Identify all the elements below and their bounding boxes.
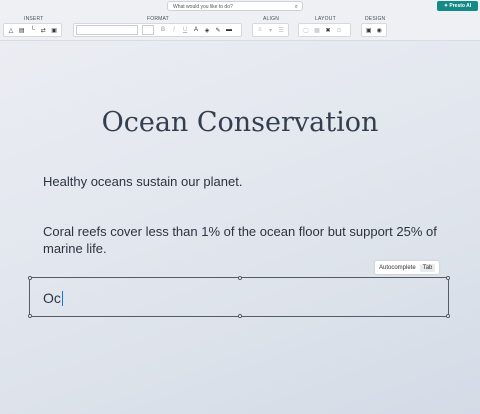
layout-group: ▢ ▦ ✖ ⊙ xyxy=(298,23,351,37)
presto-ai-label: Presto AI xyxy=(449,3,472,9)
text-box-content[interactable]: Oc xyxy=(43,290,63,306)
resize-handle-bottom-left[interactable] xyxy=(28,314,32,318)
edit-icon[interactable]: ✎ xyxy=(213,25,223,35)
arrange-icon[interactable]: ▢ xyxy=(301,25,311,35)
group-icon[interactable]: ▦ xyxy=(312,25,322,35)
format-group-label: FORMAT xyxy=(147,16,169,22)
sparkle-icon: ✦ xyxy=(443,3,449,9)
autocomplete-label: Autocomplete xyxy=(379,264,416,271)
preview-icon[interactable]: ◉ xyxy=(375,25,385,35)
lock-icon[interactable]: ⊙ xyxy=(334,25,344,35)
slide-title[interactable]: Ocean Conservation xyxy=(0,107,480,138)
search-placeholder: What would you like to do? xyxy=(173,4,233,10)
active-text-box[interactable]: Oc xyxy=(28,276,450,318)
line-spacing-icon[interactable]: ☰ xyxy=(276,25,286,35)
insert-group: △ ▤ └ ⇄ ▣ xyxy=(3,23,62,37)
border-icon[interactable]: ▬ xyxy=(224,25,234,35)
presto-ai-button[interactable]: ✦ Presto AI xyxy=(437,1,478,11)
resize-handle-top[interactable] xyxy=(238,276,242,280)
top-toolbar: What would you like to do? ⌕ ✦ Presto AI… xyxy=(0,0,480,41)
align-group-label: ALIGN xyxy=(263,16,280,22)
autocomplete-hint[interactable]: Autocomplete Tab xyxy=(375,261,439,274)
font-size-select[interactable] xyxy=(142,25,154,35)
resize-handle-bottom[interactable] xyxy=(238,314,242,318)
font-family-select[interactable] xyxy=(76,25,138,35)
slide-paragraph-1[interactable]: Healthy oceans sustain our planet. xyxy=(43,173,242,190)
resize-handle-bottom-right[interactable] xyxy=(446,314,450,318)
typed-text: Oc xyxy=(43,290,61,306)
align-left-icon[interactable]: ≡ xyxy=(255,25,265,35)
slide-paragraph-2[interactable]: Coral reefs cover less than 1% of the oc… xyxy=(43,223,438,257)
search-input[interactable]: What would you like to do? ⌕ xyxy=(167,1,303,11)
format-group: B I U A ◈ ✎ ▬ xyxy=(73,23,242,37)
insert-group-label: INSERT xyxy=(24,16,44,22)
theme-icon[interactable]: ▣ xyxy=(364,25,374,35)
crop-icon[interactable]: ✖ xyxy=(323,25,333,35)
resize-handle-top-right[interactable] xyxy=(446,276,450,280)
italic-button[interactable]: I xyxy=(169,25,179,35)
text-caret xyxy=(61,291,63,306)
layout-group-label: LAYOUT xyxy=(315,16,336,22)
bold-button[interactable]: B xyxy=(158,25,168,35)
chart-icon[interactable]: └ xyxy=(28,25,38,35)
chevron-down-icon[interactable]: ▾ xyxy=(266,25,276,35)
text-box-icon[interactable]: ▤ xyxy=(17,25,27,35)
fill-color-icon[interactable]: ◈ xyxy=(202,25,212,35)
search-icon[interactable]: ⌕ xyxy=(295,2,298,12)
design-group-label: DESIGN xyxy=(365,16,386,22)
shape-icon[interactable]: △ xyxy=(6,25,16,35)
image-icon[interactable]: ▣ xyxy=(49,25,59,35)
underline-button[interactable]: U xyxy=(180,25,190,35)
connector-icon[interactable]: ⇄ xyxy=(38,25,48,35)
tab-key-badge: Tab xyxy=(419,263,436,272)
text-color-button[interactable]: A xyxy=(191,25,201,35)
design-group: ▣ ◉ xyxy=(361,23,387,37)
resize-handle-top-left[interactable] xyxy=(28,276,32,280)
align-group: ≡ ▾ ☰ xyxy=(252,23,289,37)
